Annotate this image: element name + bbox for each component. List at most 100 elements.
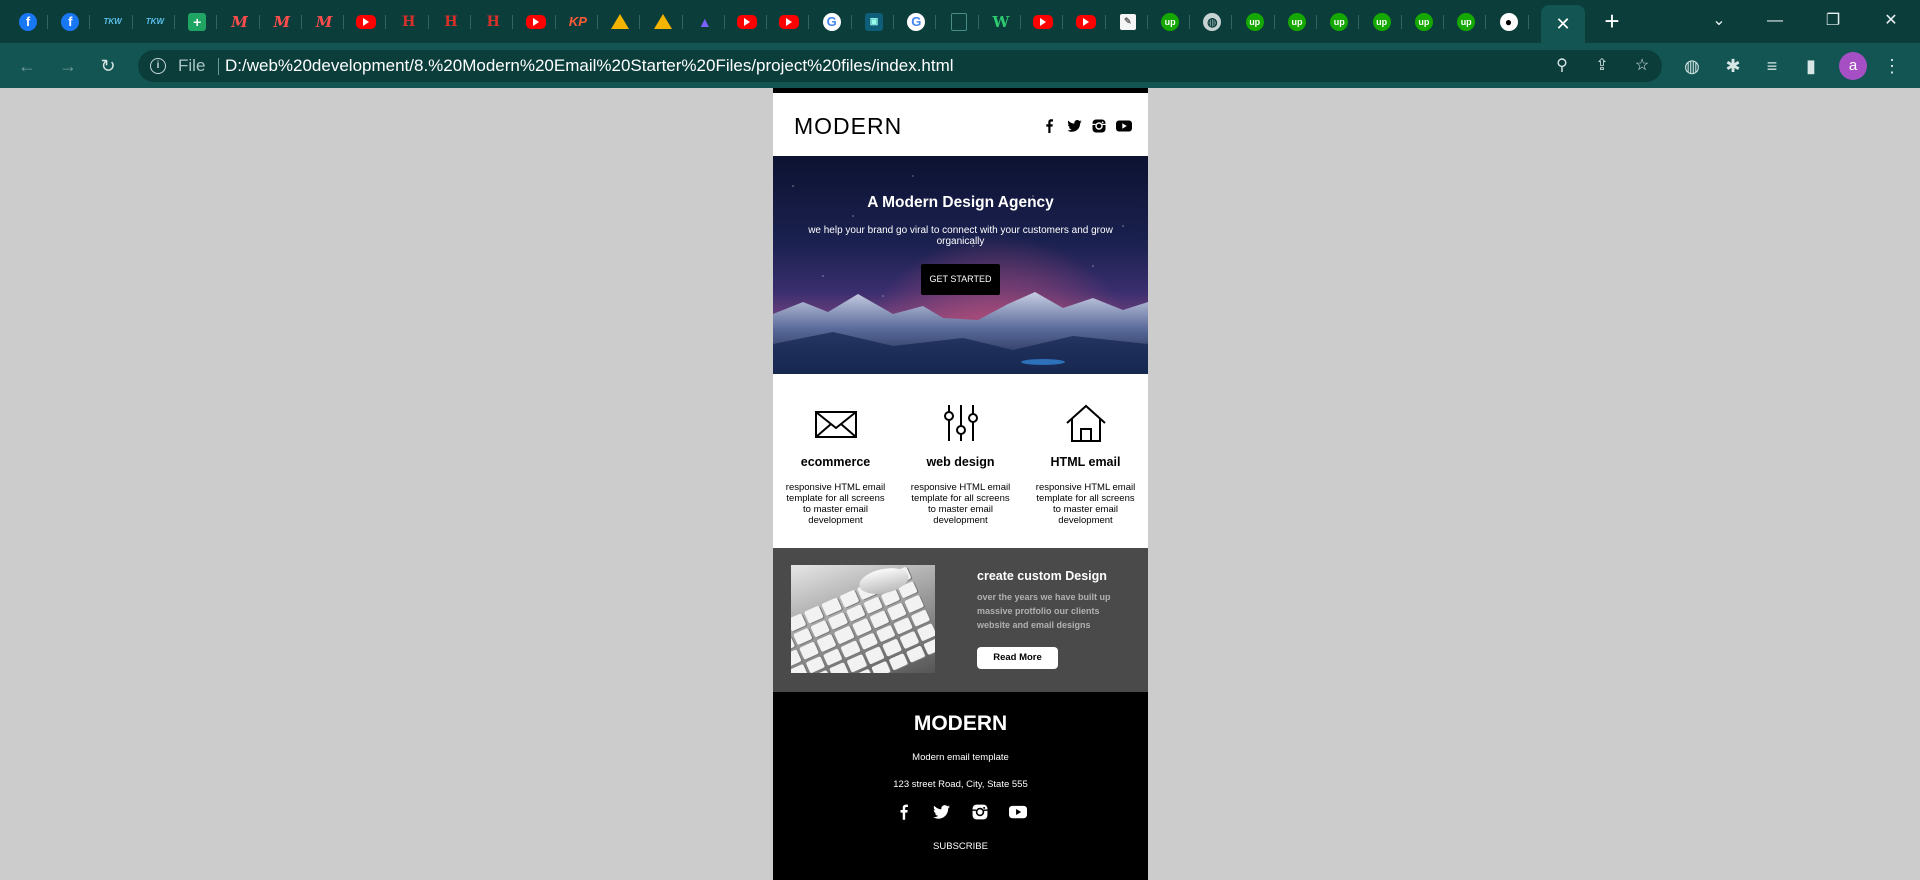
twitter-icon[interactable] [1066, 118, 1082, 134]
tab-separator [681, 15, 683, 29]
extension-globe-icon[interactable]: ◍ [1678, 52, 1706, 80]
browser-tab[interactable]: ▣ [854, 6, 894, 37]
browser-tab[interactable]: TKW [93, 6, 133, 37]
browser-tab[interactable] [643, 6, 683, 37]
address-bar[interactable]: i File D:/web%20development/8.%20Modern%… [138, 50, 1662, 82]
tab-separator [723, 15, 725, 29]
reload-button[interactable]: ↻ [94, 52, 122, 80]
browser-tab[interactable]: ▲ [685, 6, 725, 37]
tab-search-button[interactable]: ⌄ [1696, 6, 1742, 36]
browser-tab[interactable]: up [1277, 6, 1317, 37]
back-button[interactable]: ← [13, 52, 41, 80]
new-tab-button[interactable]: + [1598, 7, 1626, 35]
get-started-button[interactable]: GET STARTED [921, 264, 1000, 295]
instagram-icon[interactable] [971, 803, 989, 821]
browser-tab[interactable]: up [1362, 6, 1402, 37]
hero-banner: A Modern Design Agency we help your bran… [773, 156, 1148, 374]
profile-avatar[interactable]: a [1839, 52, 1867, 80]
feature-web-design: web design responsive HTML email templat… [898, 374, 1023, 548]
google-drive-icon [611, 14, 630, 29]
keyboard-key [888, 652, 908, 671]
extensions-puzzle-icon[interactable]: ✱ [1719, 52, 1747, 80]
tab-separator [343, 15, 345, 29]
header-social-links [1041, 118, 1132, 134]
browser-tab[interactable]: up [1319, 6, 1360, 37]
read-more-button[interactable]: Read More [977, 647, 1058, 669]
site-info-icon[interactable]: i [150, 58, 166, 74]
youtube-icon [356, 14, 377, 29]
facebook-icon: f [61, 12, 80, 31]
browser-tab[interactable]: M [262, 6, 302, 37]
tab-separator [1019, 15, 1021, 29]
zoom-icon[interactable]: ⚲ [1551, 55, 1573, 77]
browser-tab[interactable] [939, 6, 979, 37]
youtube-icon[interactable] [1008, 803, 1027, 821]
facebook-icon[interactable] [895, 803, 913, 821]
tab-separator [1104, 15, 1106, 29]
footer-logo: MODERN [913, 712, 1008, 735]
tab-separator [1316, 15, 1317, 29]
close-tab-icon[interactable]: ✕ [1555, 14, 1570, 35]
facebook-icon[interactable] [1041, 118, 1057, 134]
browser-tab[interactable] [346, 6, 387, 37]
w-icon: W [992, 12, 1010, 31]
tab-separator [850, 15, 852, 29]
browser-tab[interactable]: up [1446, 6, 1487, 37]
browser-tab[interactable]: H [473, 6, 514, 37]
browser-tab[interactable]: ✎ [1108, 6, 1148, 37]
browser-tab[interactable]: G [812, 6, 852, 37]
media-queue-icon[interactable]: ≡ [1758, 52, 1786, 80]
tab-separator [1400, 15, 1402, 29]
browser-tab[interactable]: ● [1489, 6, 1529, 37]
m-icon: M [273, 12, 291, 31]
browser-tab[interactable]: M [304, 6, 345, 37]
browser-tab[interactable]: + [177, 6, 218, 37]
twitter-icon[interactable] [933, 803, 951, 821]
feature-description: responsive HTML email template for all s… [785, 482, 886, 526]
kp-icon: KP [568, 14, 587, 29]
close-window-button[interactable]: ✕ [1868, 6, 1914, 36]
promo-section: create custom Design over the years we h… [773, 548, 1148, 692]
url-text[interactable]: D:/web%20development/8.%20Modern%20Email… [225, 56, 954, 76]
bookmark-star-icon[interactable]: ☆ [1631, 55, 1653, 77]
side-panel-icon[interactable]: ▮ [1797, 52, 1825, 80]
share-icon[interactable]: ⇪ [1591, 55, 1613, 77]
subscribe-link[interactable]: SUBSCRIBE [773, 841, 1148, 852]
instagram-icon[interactable] [1091, 118, 1107, 134]
browser-tab[interactable]: H [431, 6, 471, 37]
browser-tab[interactable]: f [50, 6, 91, 37]
browser-tab[interactable] [727, 6, 768, 37]
m-icon: M [315, 12, 333, 31]
browser-tab[interactable] [516, 6, 556, 37]
browser-tab[interactable] [1023, 6, 1064, 37]
browser-tab[interactable] [1066, 6, 1106, 37]
browser-tab[interactable]: up [1150, 6, 1191, 37]
url-scheme: File [178, 56, 206, 75]
menu-icon[interactable]: ⋮ [1878, 52, 1906, 80]
browser-tab[interactable]: M [220, 6, 260, 37]
browser-tab[interactable]: up [1235, 6, 1275, 37]
browser-tab[interactable]: W [981, 6, 1021, 37]
browser-tab[interactable]: up [1404, 6, 1444, 37]
browser-tab[interactable]: ◍ [1192, 6, 1233, 37]
browser-tab[interactable] [600, 6, 641, 37]
tab-separator [935, 15, 937, 29]
active-tab[interactable]: ✕ [1541, 5, 1585, 43]
feature-title: HTML email [1050, 455, 1121, 469]
restore-button[interactable]: ❐ [1810, 6, 1856, 36]
youtube-icon [525, 14, 546, 29]
tab-separator [554, 15, 556, 29]
browser-tab[interactable]: G [896, 6, 937, 37]
globe-icon: ◍ [1203, 12, 1222, 31]
youtube-icon[interactable] [1116, 118, 1132, 134]
keyboard-key [916, 623, 935, 642]
browser-tab[interactable] [769, 6, 810, 37]
browser-tab[interactable]: f [8, 6, 48, 37]
minimize-button[interactable]: — [1752, 6, 1798, 36]
hero-title: A Modern Design Agency [867, 194, 1054, 211]
browser-tab[interactable]: H [389, 6, 429, 37]
forward-button[interactable]: → [54, 52, 82, 80]
sliders-icon [944, 405, 978, 441]
browser-tab[interactable]: TKW [135, 6, 175, 37]
browser-tab[interactable]: KP [558, 6, 598, 37]
